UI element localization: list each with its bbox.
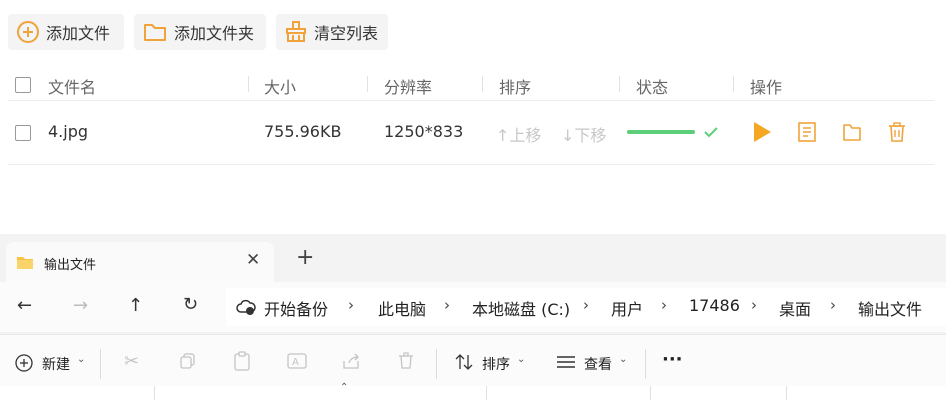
- check-icon: [704, 127, 718, 138]
- header-resolution[interactable]: 分辨率: [384, 74, 432, 98]
- row-filename: 4.jpg: [48, 122, 89, 141]
- view-button[interactable]: 查看: [584, 354, 612, 374]
- folder-icon: [17, 257, 33, 269]
- tab-title: 输出文件: [44, 258, 97, 273]
- forward-icon[interactable]: →: [73, 295, 88, 316]
- breadcrumb-item[interactable]: 此电脑: [378, 296, 426, 320]
- rename-icon[interactable]: A: [287, 352, 307, 370]
- row-rule: [8, 164, 934, 165]
- close-icon[interactable]: ✕: [246, 250, 260, 270]
- command-divider: [436, 349, 437, 379]
- back-icon[interactable]: ←: [17, 295, 32, 316]
- column-divider: [154, 386, 155, 400]
- move-up-button[interactable]: ↑上移: [496, 122, 541, 146]
- header-status[interactable]: 状态: [636, 74, 668, 98]
- command-bar: 新建 ⌄ ✂ A 排序 ⌄ 查看 ⌄ ···: [0, 334, 946, 391]
- chevron-right-icon[interactable]: ›: [444, 296, 450, 314]
- trash-icon[interactable]: [886, 121, 908, 143]
- breadcrumb-item[interactable]: 本地磁盘 (C:): [472, 296, 570, 320]
- clear-list-label: 清空列表: [314, 24, 379, 43]
- explorer-tab[interactable]: 输出文件 ✕: [6, 242, 274, 282]
- cut-icon[interactable]: ✂: [124, 351, 139, 372]
- file-explorer-window: 输出文件 ✕ + ← → ↑ ↻ 开始备份 › 此电脑 › 本地磁盘 (C:) …: [0, 234, 946, 400]
- header-rule: [8, 100, 934, 101]
- header-divider: [367, 76, 368, 92]
- header-filename[interactable]: 文件名: [48, 74, 96, 98]
- view-icon: [557, 356, 575, 368]
- progress-fill: [627, 130, 695, 134]
- more-options-button[interactable]: ···: [662, 349, 683, 370]
- progress-bar: [627, 130, 695, 134]
- chevron-down-icon[interactable]: ⌄: [619, 354, 627, 365]
- chevron-right-icon[interactable]: ›: [583, 296, 589, 314]
- new-button[interactable]: 新建: [42, 354, 70, 374]
- broom-icon: [286, 21, 306, 42]
- header-divider: [482, 76, 483, 92]
- header-actions: 操作: [750, 78, 783, 97]
- column-divider: [650, 386, 651, 400]
- chevron-right-icon[interactable]: ›: [830, 296, 836, 314]
- row-checkbox[interactable]: [15, 125, 31, 141]
- row-resolution: 1250*833: [384, 122, 464, 141]
- add-folder-label: 添加文件夹: [174, 24, 255, 43]
- column-divider: [786, 386, 787, 400]
- header-size[interactable]: 大小: [264, 74, 296, 98]
- breadcrumb-item[interactable]: 输出文件: [858, 296, 922, 320]
- header-divider: [619, 76, 620, 92]
- sort-button[interactable]: 排序: [482, 354, 510, 374]
- move-down-button[interactable]: ↓下移: [561, 122, 606, 146]
- chevron-down-icon[interactable]: ⌄: [77, 354, 85, 365]
- add-file-button[interactable]: 添加文件: [8, 14, 124, 50]
- share-icon[interactable]: [342, 352, 362, 370]
- select-all-checkbox[interactable]: [15, 77, 31, 93]
- cloud-backup-icon: [236, 299, 256, 315]
- add-file-label: 添加文件: [46, 24, 111, 43]
- sort-icon: [455, 354, 473, 370]
- breadcrumb-item[interactable]: 用户: [611, 296, 643, 320]
- new-plus-icon: [15, 354, 33, 372]
- document-icon[interactable]: [796, 121, 818, 143]
- row-size: 755.96KB: [264, 122, 342, 141]
- refresh-icon[interactable]: ↻: [183, 294, 198, 315]
- chevron-right-icon[interactable]: ›: [751, 296, 757, 314]
- chevron-down-icon[interactable]: ⌄: [517, 354, 525, 365]
- command-divider: [645, 349, 646, 379]
- chevron-right-icon[interactable]: ›: [348, 296, 354, 314]
- column-divider: [486, 386, 487, 400]
- header-sort[interactable]: 排序: [499, 74, 531, 98]
- up-icon[interactable]: ↑: [128, 295, 143, 316]
- breadcrumb-item[interactable]: 17486: [689, 296, 740, 315]
- new-tab-icon[interactable]: +: [296, 247, 314, 269]
- breadcrumb-item[interactable]: 开始备份: [264, 296, 328, 320]
- copy-icon[interactable]: [179, 352, 197, 370]
- clear-list-button[interactable]: 清空列表: [276, 14, 388, 50]
- breadcrumb-item[interactable]: 桌面: [779, 296, 811, 320]
- sort-caret-icon: ⌃: [340, 382, 349, 393]
- paste-icon[interactable]: [233, 351, 251, 371]
- header-divider: [733, 76, 734, 92]
- svg-text:A: A: [292, 357, 299, 368]
- open-folder-icon[interactable]: [841, 121, 863, 143]
- chevron-right-icon[interactable]: ›: [661, 296, 667, 314]
- command-divider: [100, 349, 101, 379]
- header-divider: [248, 76, 249, 92]
- folder-icon: [144, 24, 166, 41]
- play-icon[interactable]: [750, 120, 774, 144]
- address-bar[interactable]: 开始备份 › 此电脑 › 本地磁盘 (C:) › 用户 › 17486 › 桌面…: [226, 288, 946, 326]
- navigation-bar: ← → ↑ ↻ 开始备份 › 此电脑 › 本地磁盘 (C:) › 用户 › 17…: [0, 282, 946, 332]
- add-folder-button[interactable]: 添加文件夹: [134, 14, 266, 50]
- plus-circle-icon: [17, 21, 39, 43]
- column-header-strip: ⌃: [0, 382, 946, 400]
- delete-icon[interactable]: [397, 352, 415, 370]
